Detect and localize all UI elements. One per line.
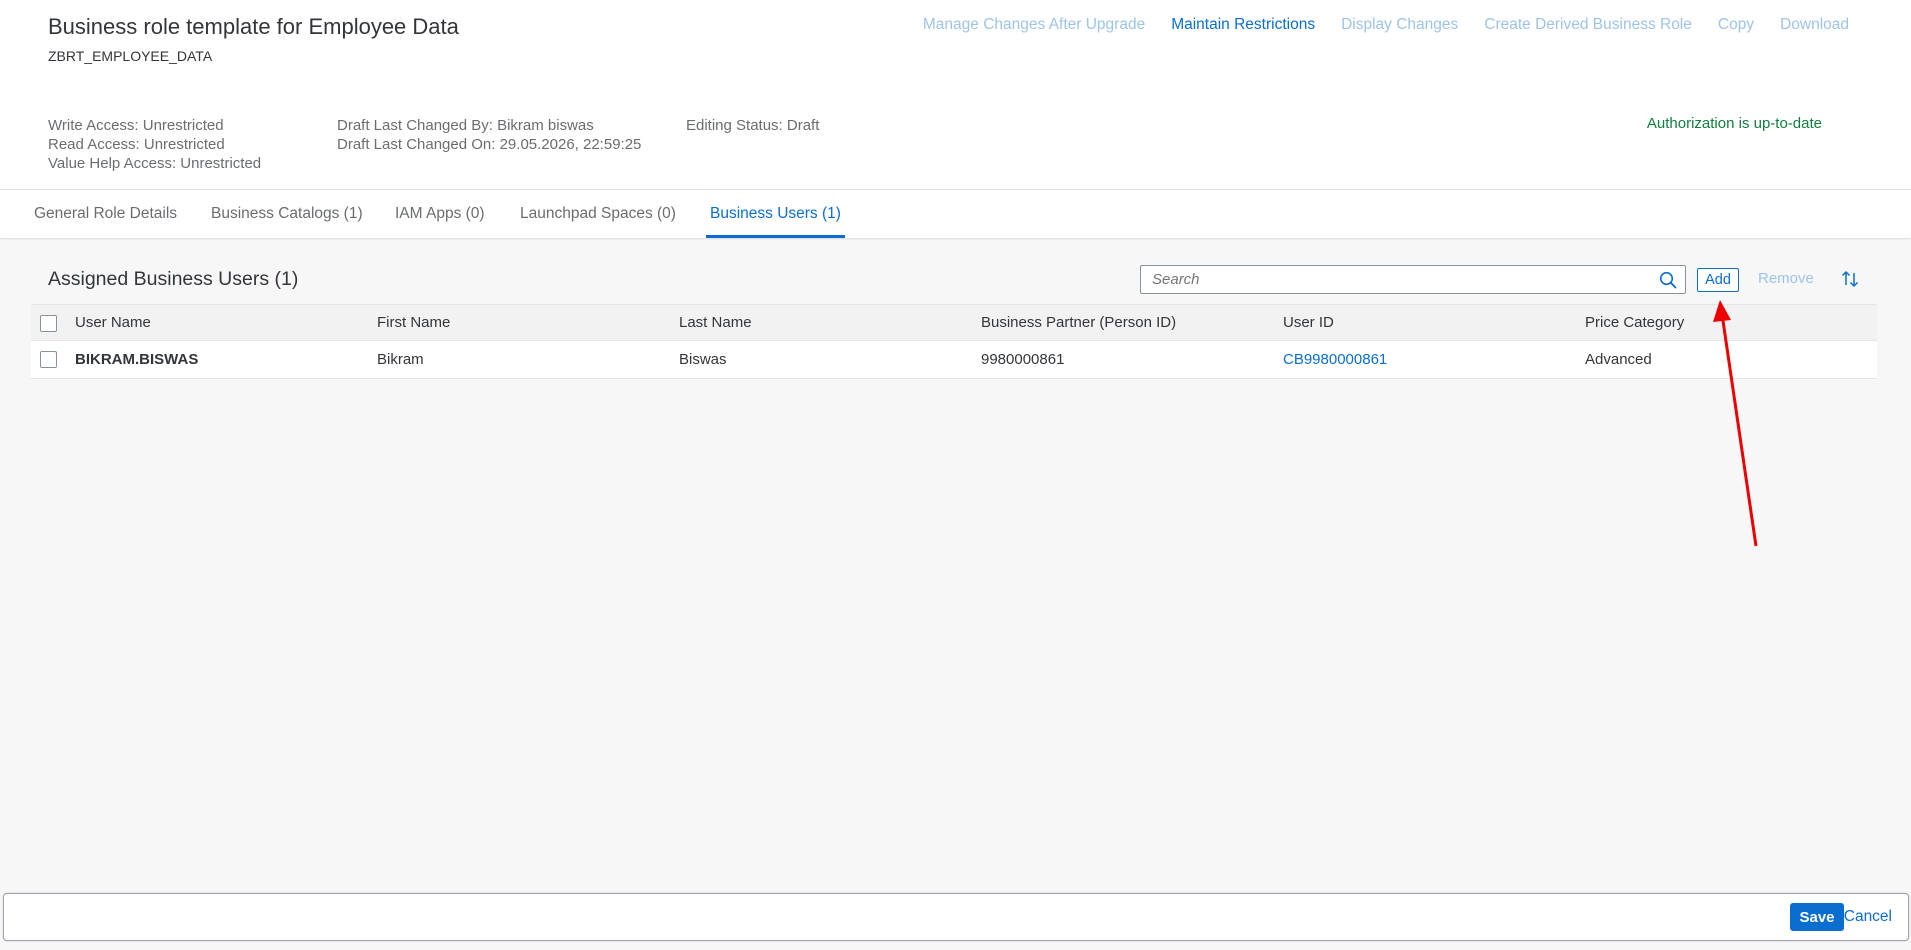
download-button[interactable]: Download <box>1780 16 1849 34</box>
maintain-restrictions-button[interactable]: Maintain Restrictions <box>1171 16 1315 34</box>
column-header-user-name[interactable]: User Name <box>75 305 151 340</box>
section-title: Assigned Business Users (1) <box>48 268 299 290</box>
search-input[interactable] <box>1141 266 1685 293</box>
search-field <box>1140 265 1686 294</box>
editing-status-text: Editing Status: Draft <box>686 117 820 134</box>
value-help-access-text: Value Help Access: Unrestricted <box>48 155 262 172</box>
display-changes-button[interactable]: Display Changes <box>1341 16 1458 34</box>
write-access-text: Write Access: Unrestricted <box>48 117 224 134</box>
cell-price-category: Advanced <box>1585 351 1652 368</box>
add-user-button[interactable]: Add <box>1697 268 1739 292</box>
business-users-table: User Name First Name Last Name Business … <box>31 304 1877 379</box>
editing-status: Editing Status: Draft <box>686 116 819 135</box>
read-access-text: Read Access: Unrestricted <box>48 136 225 153</box>
row-select-checkbox[interactable] <box>40 351 57 368</box>
table-header: User Name First Name Last Name Business … <box>31 304 1877 341</box>
cell-user-id-link[interactable]: CB9980000861 <box>1283 341 1387 378</box>
column-header-last-name[interactable]: Last Name <box>679 305 752 340</box>
draft-info: Draft Last Changed By: Bikram biswas Dra… <box>337 116 641 154</box>
header-actions: Manage Changes After Upgrade Maintain Re… <box>923 16 1849 34</box>
page-subtitle: ZBRT_EMPLOYEE_DATA <box>48 48 213 64</box>
tab-bar: General Role Details Business Catalogs (… <box>0 190 1911 238</box>
cell-last-name: Biswas <box>679 351 727 368</box>
cell-first-name: Bikram <box>377 351 424 368</box>
manage-changes-after-upgrade-button[interactable]: Manage Changes After Upgrade <box>923 16 1145 34</box>
search-icon[interactable] <box>1659 271 1677 289</box>
page-title: Business role template for Employee Data <box>48 14 459 39</box>
copy-button[interactable]: Copy <box>1718 16 1754 34</box>
column-header-business-partner[interactable]: Business Partner (Person ID) <box>981 305 1176 340</box>
save-button[interactable]: Save <box>1790 903 1844 931</box>
authorization-status: Authorization is up-to-date <box>1646 115 1822 132</box>
draft-changed-by-text: Draft Last Changed By: Bikram biswas <box>337 117 594 134</box>
tab-general-role-details[interactable]: General Role Details <box>34 190 177 238</box>
access-info: Write Access: Unrestricted Read Access: … <box>48 116 261 173</box>
create-derived-business-role-button[interactable]: Create Derived Business Role <box>1484 16 1692 34</box>
tab-launchpad-spaces[interactable]: Launchpad Spaces (0) <box>520 190 676 238</box>
sort-icon[interactable] <box>1840 269 1860 289</box>
tab-business-catalogs[interactable]: Business Catalogs (1) <box>211 190 363 238</box>
draft-changed-on-text: Draft Last Changed On: 29.05.2026, 22:59… <box>337 136 642 153</box>
object-page-header: Business role template for Employee Data… <box>0 0 1911 190</box>
table-row[interactable]: BIKRAM.BISWAS Bikram Biswas 9980000861 C… <box>31 341 1877 379</box>
column-header-price-category[interactable]: Price Category <box>1585 305 1684 340</box>
select-all-checkbox[interactable] <box>40 315 57 332</box>
cancel-button[interactable]: Cancel <box>1844 908 1892 926</box>
tab-business-users[interactable]: Business Users (1) <box>706 190 845 238</box>
cell-business-partner: 9980000861 <box>981 351 1065 368</box>
footer-toolbar: Save Cancel <box>3 893 1909 941</box>
column-header-user-id[interactable]: User ID <box>1283 305 1334 340</box>
column-header-first-name[interactable]: First Name <box>377 305 450 340</box>
cell-user-name: BIKRAM.BISWAS <box>75 351 199 368</box>
remove-user-button[interactable]: Remove <box>1758 270 1814 287</box>
tab-iam-apps[interactable]: IAM Apps (0) <box>395 190 485 238</box>
